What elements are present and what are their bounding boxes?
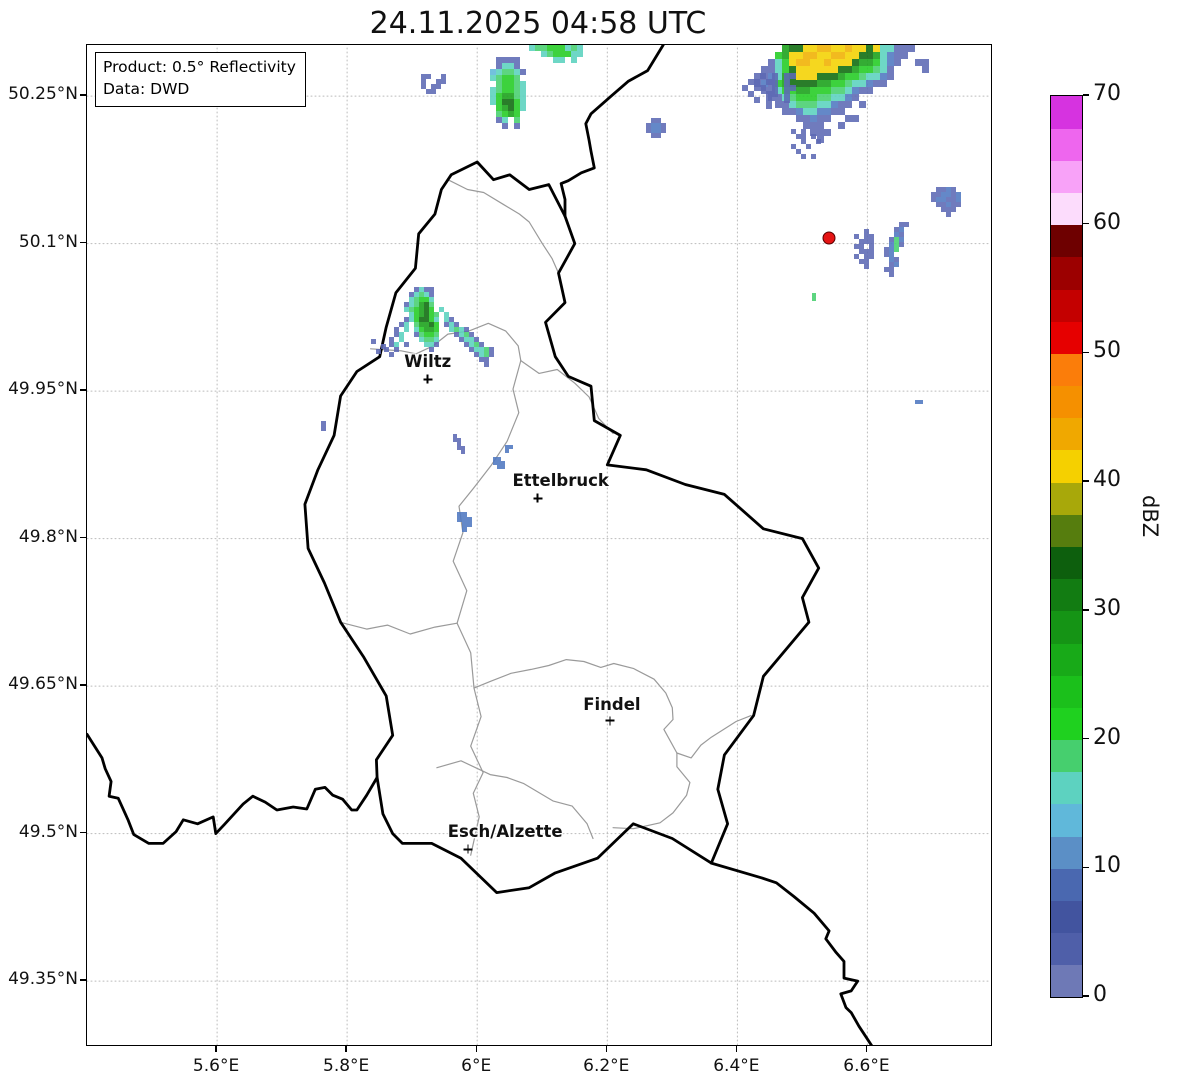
colorbar-tick-label: 40: [1093, 467, 1121, 493]
colorbar-band: [1051, 610, 1082, 644]
colorbar-band: [1051, 578, 1082, 612]
y-tick-label: 50.25°N: [8, 84, 78, 105]
y-tick-label: 49.8°N: [18, 526, 78, 547]
colorbar-band: [1051, 449, 1082, 483]
colorbar-axis-label: dBZ: [1138, 495, 1162, 538]
colorbar-band: [1051, 803, 1082, 837]
product-info-line2: Data: DWD: [103, 80, 190, 99]
colorbar-tick-label: 20: [1093, 724, 1121, 750]
colorbar-band: [1051, 546, 1082, 580]
colorbar-tick-label: 60: [1093, 209, 1121, 235]
colorbar-band: [1051, 643, 1082, 676]
colorbar-band: [1051, 900, 1082, 934]
weather-radar-page: 24.11.2025 04:58 UTC Wiltz Ettelbruck Find…: [0, 0, 1184, 1081]
x-tick-label: 6.2°E: [583, 1056, 630, 1076]
y-tick-mark: [80, 536, 86, 539]
y-tick-label: 49.65°N: [8, 674, 78, 695]
city-marker-icon: [423, 374, 433, 384]
city-marker-icon: [533, 493, 543, 503]
colorbar-band: [1051, 321, 1082, 354]
colorbar-tick-mark: [1083, 995, 1089, 997]
colorbar-tick-label: 0: [1093, 982, 1107, 1007]
city-label: Esch/Alzette: [447, 822, 563, 842]
x-tick-mark: [865, 1046, 868, 1052]
city-label: Wiltz: [404, 352, 452, 372]
colorbar-band: [1051, 836, 1082, 869]
colorbar-band: [1051, 289, 1082, 322]
colorbar-tick-mark: [1083, 223, 1089, 225]
colorbar-tick-mark: [1083, 351, 1089, 354]
city-label: Ettelbruck: [512, 471, 609, 491]
city-label: Findel: [583, 694, 641, 714]
colorbar-tick-mark: [1083, 480, 1089, 482]
colorbar-tick-mark: [1083, 94, 1089, 96]
city-marker-icon: [463, 844, 473, 854]
colorbar-band: [1051, 160, 1082, 194]
x-tick-mark: [345, 1046, 347, 1052]
x-tick-label: 5.8°E: [323, 1056, 370, 1076]
colorbar-band: [1051, 514, 1082, 547]
x-tick-label: 6°E: [461, 1056, 492, 1076]
colorbar-band: [1051, 192, 1082, 226]
colorbar-tick-label: 70: [1093, 81, 1121, 106]
colorbar-band: [1051, 353, 1082, 387]
x-tick-label: 6.6°E: [843, 1056, 890, 1076]
city-layer: Wiltz Ettelbruck Findel Esch/Alzette: [87, 45, 991, 1045]
colorbar-tick-mark: [1083, 866, 1089, 868]
y-tick-mark: [80, 831, 86, 834]
colorbar-tick-label: 10: [1093, 853, 1121, 879]
colorbar-tick-label: 50: [1093, 338, 1121, 364]
colorbar-tick-label: 30: [1093, 595, 1121, 621]
product-info-line1: Product: 0.5° Reflectivity: [103, 58, 296, 76]
y-tick-mark: [80, 979, 86, 981]
colorbar-band: [1051, 932, 1082, 966]
y-tick-mark: [80, 389, 86, 391]
y-tick-mark: [80, 684, 86, 686]
y-tick-label: 49.35°N: [8, 969, 78, 990]
y-tick-label: 49.5°N: [18, 821, 78, 842]
colorbar-band: [1051, 96, 1082, 129]
x-tick-label: 6.4°E: [713, 1056, 760, 1076]
x-tick-mark: [475, 1046, 477, 1052]
colorbar-band: [1051, 771, 1082, 805]
x-tick-mark: [215, 1046, 217, 1052]
colorbar-band: [1051, 224, 1082, 258]
colorbar-tick-mark: [1083, 609, 1089, 611]
colorbar-band: [1051, 482, 1082, 515]
x-tick-label: 5.6°E: [192, 1056, 240, 1076]
colorbar-band: [1051, 675, 1082, 708]
colorbar-band: [1051, 256, 1082, 290]
colorbar-band: [1051, 707, 1082, 741]
colorbar-tick-mark: [1083, 737, 1089, 740]
y-tick-mark: [80, 94, 86, 96]
colorbar-band: [1051, 128, 1082, 161]
x-tick-mark: [605, 1046, 607, 1052]
y-tick-label: 50.1°N: [18, 231, 78, 252]
map-plot: Wiltz Ettelbruck Findel Esch/Alzette Produc…: [86, 44, 992, 1046]
colorbar-band: [1051, 739, 1082, 773]
page-title: 24.11.2025 04:58 UTC: [369, 6, 707, 41]
y-tick-label: 49.95°N: [8, 379, 78, 400]
x-tick-mark: [735, 1046, 738, 1052]
city-marker-icon: [605, 716, 615, 726]
colorbar-band: [1051, 385, 1082, 419]
radar-site-dot: [822, 231, 836, 245]
y-tick-mark: [80, 241, 86, 244]
colorbar-band: [1051, 868, 1082, 901]
product-info-box: Product: 0.5° Reflectivity Data: DWD: [95, 52, 306, 107]
colorbar-band: [1051, 964, 1082, 998]
colorbar-band: [1051, 417, 1082, 451]
colorbar: [1050, 95, 1083, 998]
